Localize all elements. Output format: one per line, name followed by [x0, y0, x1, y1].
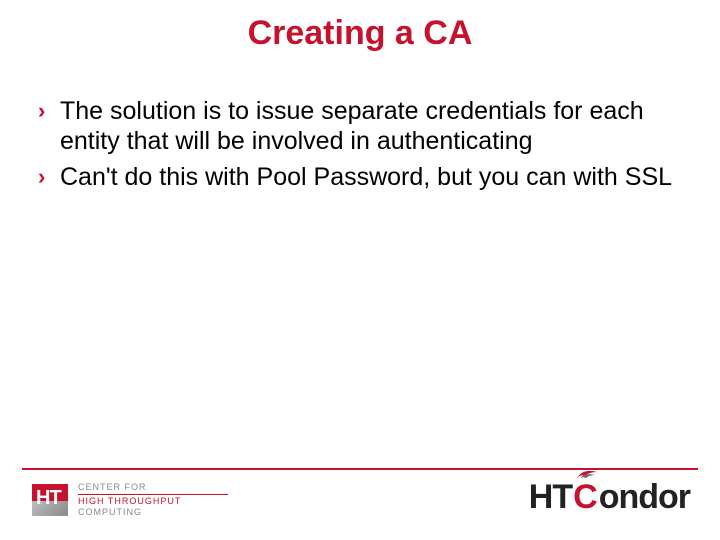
- footer: HT CENTER FOR HIGH THROUGHPUT COMPUTING …: [0, 464, 720, 540]
- chtc-logo: HT CENTER FOR HIGH THROUGHPUT COMPUTING: [32, 482, 228, 518]
- slide: Creating a CA › The solution is to issue…: [0, 0, 720, 540]
- bullet-text: Can't do this with Pool Password, but yo…: [60, 162, 682, 192]
- chtc-line3: COMPUTING: [78, 507, 228, 518]
- chtc-mark-text: HT: [36, 488, 61, 508]
- bullet-marker-icon: ›: [38, 162, 60, 192]
- bullet-text: The solution is to issue separate creden…: [60, 96, 682, 156]
- htcondor-logo: HT C ondor: [529, 478, 690, 517]
- bullet-item: › The solution is to issue separate cred…: [38, 96, 682, 156]
- wing-icon: [575, 468, 599, 480]
- chtc-mark-icon: HT: [32, 482, 68, 518]
- htcondor-ondor: ondor: [599, 478, 690, 517]
- chtc-line1: CENTER FOR: [78, 482, 228, 495]
- bullet-marker-icon: ›: [38, 96, 60, 126]
- htcondor-c: C: [573, 478, 598, 517]
- slide-title: Creating a CA: [0, 14, 720, 53]
- chtc-line2: HIGH THROUGHPUT: [78, 496, 228, 507]
- htcondor-ht: HT: [529, 478, 572, 517]
- content-area: › The solution is to issue separate cred…: [38, 96, 682, 198]
- chtc-text: CENTER FOR HIGH THROUGHPUT COMPUTING: [78, 482, 228, 518]
- bullet-item: › Can't do this with Pool Password, but …: [38, 162, 682, 192]
